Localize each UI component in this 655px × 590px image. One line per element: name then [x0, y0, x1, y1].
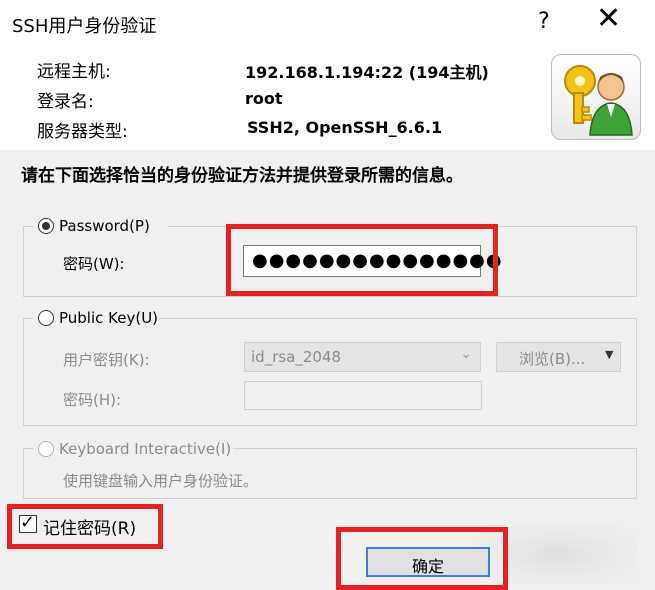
server-type-label: 服务器类型:: [37, 122, 128, 142]
user-key-icon: [551, 54, 641, 140]
passphrase-label: 密码(H):: [63, 391, 122, 409]
public-key-radio[interactable]: [38, 310, 54, 326]
password-radio[interactable]: [38, 218, 54, 234]
keyboard-radio-label: Keyboard Interactive(I): [59, 440, 232, 458]
password-field-label: 密码(W):: [63, 255, 125, 273]
host-label: 远程主机:: [37, 62, 111, 82]
keyboard-radio[interactable]: [38, 441, 54, 457]
chevron-down-icon: ⌄: [460, 346, 472, 362]
instruction-text: 请在下面选择恰当的身份验证方法并提供登录所需的信息。: [21, 166, 463, 186]
ok-highlight-box: [336, 527, 508, 590]
user-key-select-value: id_rsa_2048: [251, 348, 342, 366]
public-key-radio-label: Public Key(U): [59, 309, 159, 327]
passphrase-input[interactable]: [244, 381, 482, 410]
triangle-down-icon: ▼: [605, 348, 614, 361]
browse-button[interactable]: 浏览(B)... ▼: [496, 342, 621, 372]
help-button[interactable]: ?: [538, 9, 550, 34]
user-key-label: 用户密钥(K):: [63, 351, 150, 369]
login-value: root: [245, 89, 283, 108]
user-key-graphic: [564, 65, 633, 136]
password-radio-label: Password(P): [59, 217, 150, 235]
keyboard-description: 使用键盘输入用户身份验证。: [63, 472, 259, 490]
remember-highlight-box: [7, 504, 163, 549]
password-highlight-box: [226, 224, 498, 296]
browse-button-label: 浏览(B)...: [519, 350, 586, 368]
host-value: 192.168.1.194:22 (194主机): [245, 63, 489, 82]
close-button[interactable]: ✕: [596, 4, 621, 34]
user-key-select[interactable]: id_rsa_2048 ⌄: [244, 342, 481, 372]
window-title: SSH用户身份验证: [12, 16, 157, 37]
server-type-value: SSH2, OpenSSH_6.6.1: [247, 118, 443, 137]
title-bar: SSH用户身份验证 ? ✕: [0, 0, 655, 46]
login-label: 登录名:: [37, 92, 94, 112]
